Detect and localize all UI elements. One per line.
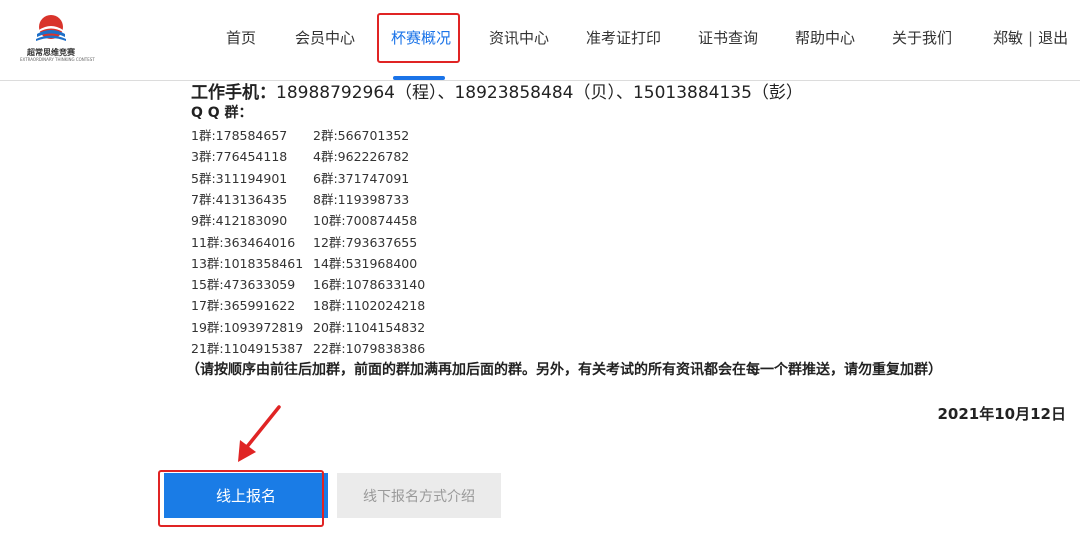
qq-group-item: 21群:1104915387 <box>191 341 304 356</box>
qq-group-item: 8群:119398733 <box>313 191 410 207</box>
contact-phone-line: 工作手机：18988792964（程）、18923858484（贝）、15013… <box>191 78 803 103</box>
qq-group-title: Q Q 群： <box>191 105 253 121</box>
qq-group-item: 16群:1078633140 <box>313 277 426 293</box>
online-register-button[interactable]: 线上报名 <box>164 473 328 518</box>
qq-group-item: 18群:1102024218 <box>313 298 426 314</box>
top-header: 超常思维竞赛 EXTRAORDINARY THINKING CONTEST 首页… <box>0 0 1080 81</box>
qq-group-item: 10群:700874458 <box>313 213 418 229</box>
main-content: 工作手机：18988792964（程）、18923858484（贝）、15013… <box>0 0 1080 546</box>
qq-group-item: 5群:311194901 <box>191 170 288 186</box>
join-group-note: （请按顺序由前往后加群，前面的群加满再加后面的群。另外，有关考试的所有资讯都会在… <box>186 362 942 378</box>
nav-help-center[interactable]: 帮助中心 <box>795 27 855 48</box>
nav-news-center[interactable]: 资讯中心 <box>489 27 549 48</box>
qq-group-item: 15群:473633059 <box>191 277 296 293</box>
qq-group-item: 7群:413136435 <box>191 191 288 207</box>
qq-group-item: 12群:793637655 <box>313 234 418 250</box>
publish-date: 2021年10月12日 <box>937 405 1067 423</box>
qq-group-item: 6群:371747091 <box>313 170 410 186</box>
nav-home[interactable]: 首页 <box>226 27 256 48</box>
qq-group-item: 17群:365991622 <box>191 298 296 314</box>
nav-about-us[interactable]: 关于我们 <box>892 27 952 48</box>
qq-group-item: 2群:566701352 <box>313 128 410 143</box>
phone-label: 工作手机： <box>191 83 276 103</box>
qq-group-item: 1群:178584657 <box>191 128 288 143</box>
qq-group-item: 4群:962226782 <box>313 149 410 165</box>
user-separator: | <box>1028 29 1034 47</box>
user-name[interactable]: 郑敏 <box>993 29 1023 47</box>
offline-register-info-button[interactable]: 线下报名方式介绍 <box>337 473 501 518</box>
site-logo[interactable]: 超常思维竞赛 EXTRAORDINARY THINKING CONTEST <box>20 14 95 62</box>
logo-icon <box>36 15 66 41</box>
nav-certificate-query[interactable]: 证书查询 <box>698 27 758 48</box>
logo-brand-subtitle: EXTRAORDINARY THINKING CONTEST <box>20 57 95 62</box>
qq-group-item: 22群:1079838386 <box>313 341 426 356</box>
nav-admission-ticket-print[interactable]: 准考证打印 <box>586 27 661 48</box>
logout-link[interactable]: 退出 <box>1038 29 1068 47</box>
qq-group-item: 14群:531968400 <box>313 255 418 271</box>
qq-group-item: 11群:363464016 <box>191 234 296 250</box>
nav-contest-overview[interactable]: 杯赛概况 <box>391 27 451 48</box>
user-area: 郑敏 | 退出 <box>993 27 1068 48</box>
nav-member-center[interactable]: 会员中心 <box>295 27 355 48</box>
qq-group-item: 9群:412183090 <box>191 213 288 229</box>
qq-group-item: 13群:1018358461 <box>191 255 304 271</box>
nav-active-indicator <box>393 76 445 80</box>
qq-group-item: 3群:776454118 <box>191 149 288 165</box>
qq-group-item: 20群:1104154832 <box>313 319 426 335</box>
qq-group-item: 19群:1093972819 <box>191 319 304 335</box>
phone-numbers: 18988792964（程）、18923858484（贝）、1501388413… <box>276 83 803 103</box>
